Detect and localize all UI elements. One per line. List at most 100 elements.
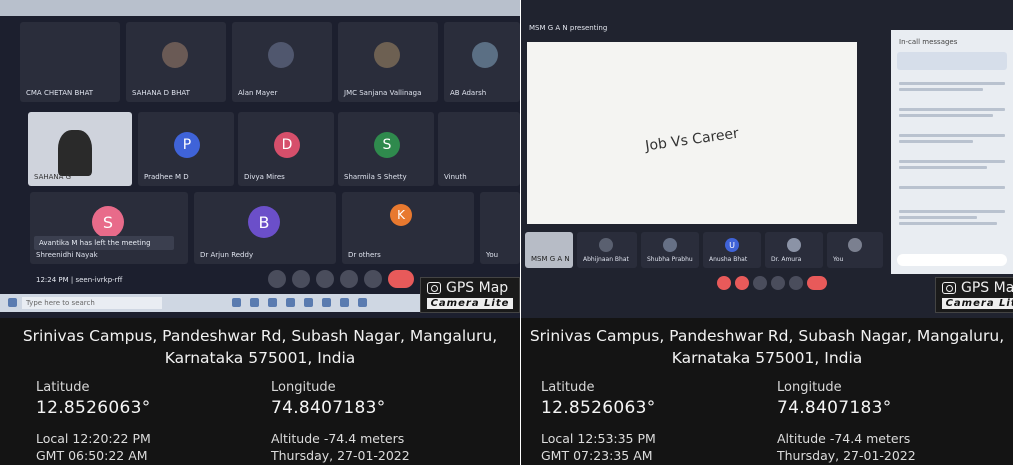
gmt-time: GMT 06:50:22 AM [36, 448, 148, 463]
end-call-button[interactable] [388, 270, 414, 288]
longitude-label: Longitude [777, 380, 842, 395]
participant-tile: Alan Mayer [232, 22, 332, 102]
participant-video-tile: MSM G A N [525, 232, 573, 268]
date: Thursday, 27-01-2022 [271, 448, 410, 463]
participant-name: SAHANA G [34, 173, 72, 181]
participant-name: Dr. Amura [771, 256, 802, 263]
latitude-label: Latitude [541, 380, 595, 395]
mic-button[interactable] [717, 276, 731, 290]
taskbar-app-icon[interactable] [286, 298, 295, 307]
start-icon[interactable] [8, 298, 17, 307]
taskbar-app-icon[interactable] [358, 298, 367, 307]
watermark-title: GPS Map [446, 280, 509, 296]
avatar [599, 238, 613, 252]
taskbar-app-icon[interactable] [340, 298, 349, 307]
participant-tile: S Sharmila S Shetty [338, 112, 434, 186]
more-options-button[interactable] [364, 270, 382, 288]
altitude: Altitude -74.4 meters [777, 431, 911, 446]
chat-message [899, 134, 1005, 137]
mic-button[interactable] [268, 270, 286, 288]
participant-name: Pradhee M D [144, 173, 189, 181]
participant-name: CMA CHETAN BHAT [26, 89, 94, 97]
watermark-title: GPS Map [961, 280, 1013, 296]
participant-tile: D Divya Mires [238, 112, 334, 186]
taskbar-app-icon[interactable] [250, 298, 259, 307]
participant-tile: You [827, 232, 883, 268]
watermark-subtitle: Camera Lite [427, 298, 513, 309]
date: Thursday, 27-01-2022 [777, 448, 916, 463]
participant-name: Abhijnaan Bhat [583, 256, 629, 263]
chat-message [899, 140, 973, 143]
avatar [374, 42, 400, 68]
local-time: Local 12:53:35 PM [541, 431, 656, 446]
avatar [162, 42, 188, 68]
captions-button[interactable] [753, 276, 767, 290]
avatar: S [92, 206, 124, 238]
presenting-label: MSM G A N presenting [529, 24, 608, 32]
address-text: Srinivas Campus, Pandeshwar Rd, Subash N… [22, 327, 498, 367]
participant-name: JMC Sanjana Vallinaga [344, 89, 422, 97]
avatar [787, 238, 801, 252]
participant-tile: K Dr others [342, 192, 474, 264]
participant-name: Dr others [348, 251, 381, 259]
participant-tile: P Pradhee M D [138, 112, 234, 186]
gps-caption: Srinivas Campus, Pandeshwar Rd, Subash N… [521, 318, 1013, 465]
longitude-value: 74.8407183° [777, 398, 892, 418]
local-time: Local 12:20:22 PM [36, 431, 151, 446]
camera-icon [942, 282, 956, 294]
participant-name: You [486, 251, 499, 259]
participant-name: Shreenidhi Nayak [36, 251, 98, 259]
taskbar-app-icon[interactable] [304, 298, 313, 307]
chat-message [899, 186, 1005, 189]
participant-name: SAHANA D BHAT [132, 89, 190, 97]
chat-panel: In-call messages [891, 30, 1013, 274]
present-button[interactable] [771, 276, 785, 290]
chat-input[interactable] [897, 254, 1007, 266]
camera-button[interactable] [735, 276, 749, 290]
altitude: Altitude -74.4 meters [271, 431, 405, 446]
participant-video-tile: SAHANA G [28, 112, 132, 186]
chat-message [899, 216, 977, 219]
chat-message [899, 82, 1005, 85]
taskbar-app-icon[interactable] [268, 298, 277, 307]
end-call-button[interactable] [807, 276, 827, 290]
latitude-value: 12.8526063° [541, 398, 656, 418]
avatar [848, 238, 862, 252]
gmt-time: GMT 07:23:35 AM [541, 448, 653, 463]
participant-name: Divya Mires [244, 173, 285, 181]
address-text: Srinivas Campus, Pandeshwar Rd, Subash N… [529, 327, 1005, 367]
right-meeting-screen: MSM G A N presenting Job Vs Career In-ca… [521, 0, 1013, 318]
participant-name: Vinuth [444, 173, 467, 181]
left-meeting-screen: CMA CHETAN BHAT SAHANA D BHAT Alan Mayer… [0, 0, 520, 318]
taskbar-app-icon[interactable] [322, 298, 331, 307]
chat-info-box [897, 52, 1007, 70]
latitude-value: 12.8526063° [36, 398, 151, 418]
present-button[interactable] [340, 270, 358, 288]
captions-button[interactable] [316, 270, 334, 288]
participant-tile: S Shreenidhi Nayak [30, 192, 188, 264]
camera-button[interactable] [292, 270, 310, 288]
chat-message [899, 210, 1005, 213]
longitude-value: 74.8407183° [271, 398, 386, 418]
participant-tile: Dr. Amura [765, 232, 823, 268]
avatar: K [390, 204, 412, 226]
avatar: U [725, 238, 739, 252]
participant-tile: JMC Sanjana Vallinaga [338, 22, 438, 102]
avatar: B [248, 206, 280, 238]
participant-name: AB Adarsh [450, 89, 487, 97]
participant-name: Shubha Prabhu [647, 256, 693, 263]
participant-tile: B Dr Arjun Reddy [194, 192, 336, 264]
taskbar-app-icon[interactable] [232, 298, 241, 307]
toast-notification: Avantika M has left the meeting [34, 236, 174, 250]
chat-message [899, 108, 1005, 111]
taskbar-search-input[interactable]: Type here to search [22, 297, 162, 309]
participant-tile: CMA CHETAN BHAT [20, 22, 120, 102]
chat-message [899, 222, 997, 225]
chat-message [899, 166, 987, 169]
avatar: D [274, 132, 300, 158]
chat-message [899, 114, 993, 117]
gps-map-watermark: GPS Map Camera Lite [935, 277, 1013, 313]
latitude-label: Latitude [36, 380, 90, 395]
participant-tile: AB Adarsh [444, 22, 520, 102]
more-options-button[interactable] [789, 276, 803, 290]
